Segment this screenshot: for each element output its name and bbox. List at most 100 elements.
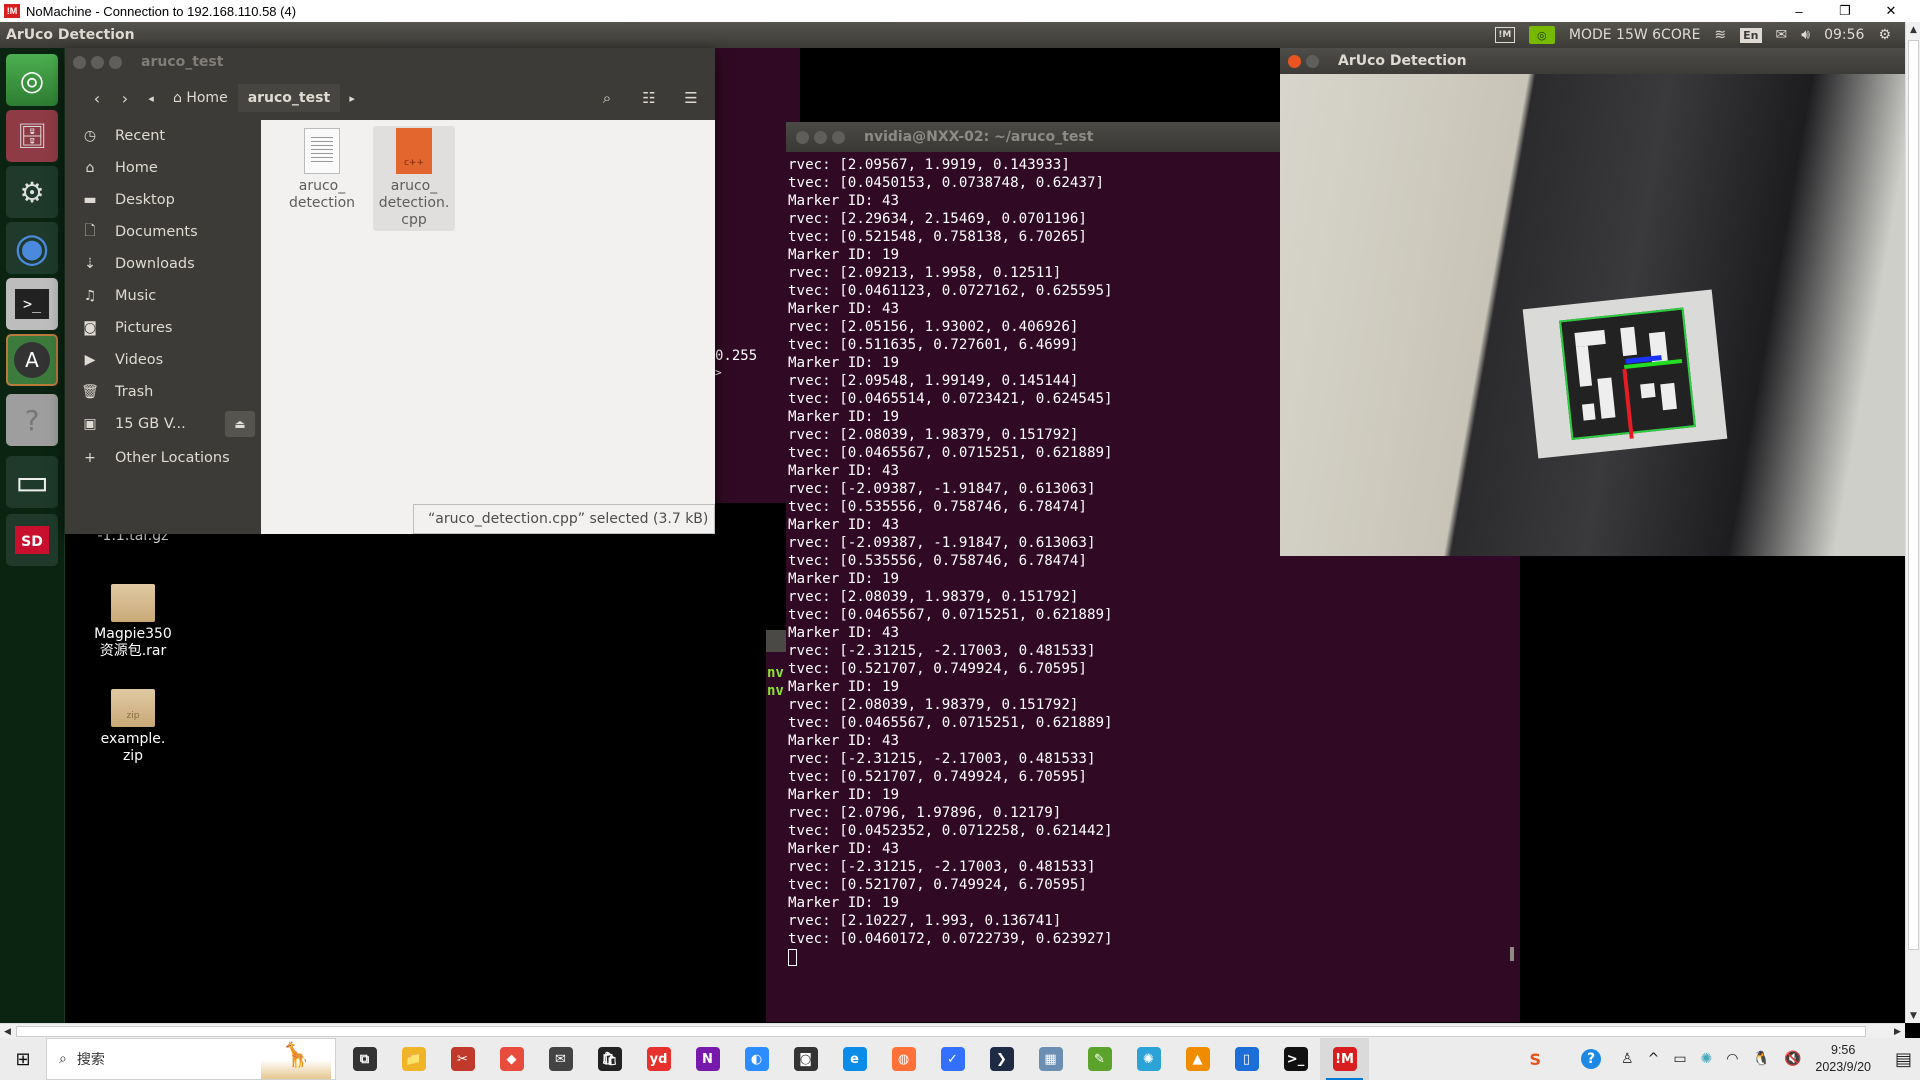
- wifi-icon[interactable]: ≋: [1714, 27, 1726, 43]
- aruco-detection-window[interactable]: ArUco Detection: [1280, 48, 1905, 556]
- files-content-area[interactable]: aruco_ detection c++ aruco_ detection. c…: [261, 120, 715, 534]
- taskbar-app-zoom[interactable]: ◐: [732, 1038, 781, 1080]
- people-icon[interactable]: ♙: [1621, 1051, 1634, 1067]
- vertical-scrollbar[interactable]: ▲ ▼: [1905, 22, 1920, 1023]
- aruco-titlebar[interactable]: ArUco Detection: [1280, 48, 1905, 74]
- scroll-up-arrow[interactable]: ▲: [1906, 22, 1920, 37]
- mail-icon[interactable]: ✉: [1776, 27, 1788, 43]
- taskbar-app-firefox[interactable]: ◍: [879, 1038, 928, 1080]
- launcher-terminal[interactable]: >_: [6, 278, 58, 330]
- breadcrumb-current[interactable]: aruco_test: [237, 84, 341, 112]
- files-titlebar[interactable]: aruco_test: [65, 48, 715, 76]
- sidebar-item-music[interactable]: ♫ Music: [65, 280, 261, 312]
- sidebar-item-trash[interactable]: 🗑 Trash: [65, 376, 261, 408]
- launcher-drive[interactable]: ▭: [6, 456, 58, 508]
- taskbar-app-xmind[interactable]: ◆: [487, 1038, 536, 1080]
- sidebar-item-home[interactable]: ⌂ Home: [65, 152, 261, 184]
- show-hidden-icons-chevron[interactable]: ^: [1648, 1051, 1660, 1067]
- minimize-button[interactable]: –: [1776, 0, 1822, 22]
- horizontal-scrollbar[interactable]: ◀ ▶: [0, 1023, 1905, 1038]
- taskbar-app-youdao[interactable]: yd: [634, 1038, 683, 1080]
- maximize-button[interactable]: ❐: [1822, 0, 1868, 22]
- taskbar-app-file-explorer[interactable]: 📁: [389, 1038, 438, 1080]
- launcher-unknown-app[interactable]: ?: [6, 394, 58, 446]
- back-button[interactable]: ‹: [83, 89, 111, 108]
- close-button[interactable]: [73, 55, 86, 69]
- taskbar-app-vlc[interactable]: ▲: [1173, 1038, 1222, 1080]
- wifi-icon[interactable]: ◠: [1726, 1051, 1738, 1067]
- sidebar-item-desktop[interactable]: ▬ Desktop: [65, 184, 261, 216]
- session-gear-icon[interactable]: ⚙: [1878, 27, 1891, 43]
- minimize-button[interactable]: [91, 55, 104, 69]
- terminal-scrollbar[interactable]: [1510, 947, 1514, 961]
- close-button[interactable]: [796, 130, 809, 144]
- view-toggle-icon[interactable]: ☷: [635, 86, 663, 110]
- breadcrumb-left-arrow[interactable]: ◂: [139, 92, 163, 105]
- maximize-button[interactable]: [832, 130, 845, 144]
- panel-clock[interactable]: 09:56: [1824, 27, 1864, 43]
- forward-button[interactable]: ›: [111, 89, 139, 108]
- menu-icon[interactable]: ☰: [677, 86, 705, 110]
- taskbar-app-camera[interactable]: ◙: [781, 1038, 830, 1080]
- launcher-chromium[interactable]: ◉: [6, 222, 58, 274]
- nvidia-icon[interactable]: ◎: [1528, 26, 1555, 44]
- battery-icon[interactable]: ▭: [1673, 1051, 1686, 1067]
- volume-icon[interactable]: 🔊︎: [1801, 27, 1810, 43]
- qq-icon[interactable]: 🐧: [1753, 1051, 1770, 1067]
- close-button[interactable]: [1288, 54, 1301, 68]
- minimize-button[interactable]: [814, 130, 827, 144]
- taskbar-app-snipping-tool[interactable]: ✂: [438, 1038, 487, 1080]
- eject-button[interactable]: ⏏: [225, 411, 255, 437]
- taskbar-app-mail[interactable]: ✉: [536, 1038, 585, 1080]
- sidebar-item-videos[interactable]: ▶ Videos: [65, 344, 261, 376]
- app-tray-icon[interactable]: ✺: [1701, 1051, 1713, 1067]
- sidebar-item-recent[interactable]: ◷ Recent: [65, 120, 261, 152]
- sidebar-item-15-gb-v[interactable]: ▣ 15 GB V... ⏏: [65, 408, 261, 440]
- launcher-system-settings[interactable]: ⚙: [6, 166, 58, 218]
- scroll-right-arrow[interactable]: ▶: [1890, 1024, 1905, 1039]
- nomachine-indicator-icon[interactable]: !M: [1494, 27, 1515, 43]
- desktop-icon-magpie-rar[interactable]: Magpie350 资源包.rar: [83, 584, 183, 660]
- taskbar-app-nomachine[interactable]: !M: [1320, 1038, 1369, 1080]
- taskbar-app-notepad-plus[interactable]: ✎: [1075, 1038, 1124, 1080]
- scroll-left-arrow[interactable]: ◀: [0, 1024, 15, 1039]
- taskbar-app-store[interactable]: 🛍: [585, 1038, 634, 1080]
- keyboard-layout-indicator[interactable]: En: [1740, 27, 1762, 43]
- start-button[interactable]: ⊞: [0, 1038, 46, 1080]
- taskbar-app-edge[interactable]: e: [830, 1038, 879, 1080]
- vertical-scroll-thumb[interactable]: [1908, 40, 1919, 950]
- power-mode-indicator[interactable]: MODE 15W 6CORE: [1569, 27, 1701, 43]
- breadcrumb-right-arrow[interactable]: ▸: [340, 92, 364, 105]
- volume-muted-icon[interactable]: 🔇: [1784, 1051, 1801, 1067]
- sidebar-item-documents[interactable]: 🗋 Documents: [65, 216, 261, 248]
- sidebar-item-downloads[interactable]: ⇣ Downloads: [65, 248, 261, 280]
- taskbar-app-feishu[interactable]: ✓: [928, 1038, 977, 1080]
- desktop-icon-example-zip[interactable]: zip example. zip: [83, 689, 183, 765]
- launcher-sd-card[interactable]: SD: [6, 514, 58, 566]
- sidebar-item-pictures[interactable]: ◙ Pictures: [65, 312, 261, 344]
- sogou-ime-icon[interactable]: S: [1529, 1050, 1541, 1069]
- taskbar-app-terminal[interactable]: >_: [1271, 1038, 1320, 1080]
- notifications-icon[interactable]: ▤: [1895, 1049, 1912, 1070]
- launcher-ubuntu-dash[interactable]: ◎: [6, 54, 58, 106]
- close-button[interactable]: ✕: [1868, 0, 1914, 22]
- taskbar-app-onenote[interactable]: N: [683, 1038, 732, 1080]
- search-icon[interactable]: ⌕: [593, 86, 621, 110]
- taskbar-search[interactable]: ⌕ 搜索 🦒: [46, 1038, 336, 1080]
- taskbar-app-task-view[interactable]: ⧉: [340, 1038, 389, 1080]
- taskbar-app-network-app[interactable]: ✺: [1124, 1038, 1173, 1080]
- files-window[interactable]: aruco_test ‹ › ◂ ⌂ Home aruco_test ▸ ⌕ ☷…: [65, 48, 715, 534]
- breadcrumb-home[interactable]: ⌂ Home: [163, 84, 238, 112]
- file-item-aruco-detection[interactable]: aruco_ detection: [281, 126, 363, 214]
- taskbar-app-phone-app[interactable]: ▯: [1222, 1038, 1271, 1080]
- launcher-software-updater[interactable]: A: [6, 334, 58, 386]
- launcher-files[interactable]: 🗄: [6, 110, 58, 162]
- taskbar-app-image-viewer[interactable]: ▦: [1026, 1038, 1075, 1080]
- help-alert-icon[interactable]: ?: [1581, 1049, 1602, 1069]
- minimize-button[interactable]: [1306, 54, 1319, 68]
- sidebar-item-other-locations[interactable]: + Other Locations: [65, 442, 261, 474]
- maximize-button[interactable]: [109, 55, 122, 69]
- file-item-aruco-detection-cpp[interactable]: c++ aruco_ detection. cpp: [373, 126, 455, 231]
- scroll-down-arrow[interactable]: ▼: [1906, 1008, 1920, 1023]
- taskbar-clock[interactable]: 9:56 2023/9/20: [1815, 1042, 1871, 1076]
